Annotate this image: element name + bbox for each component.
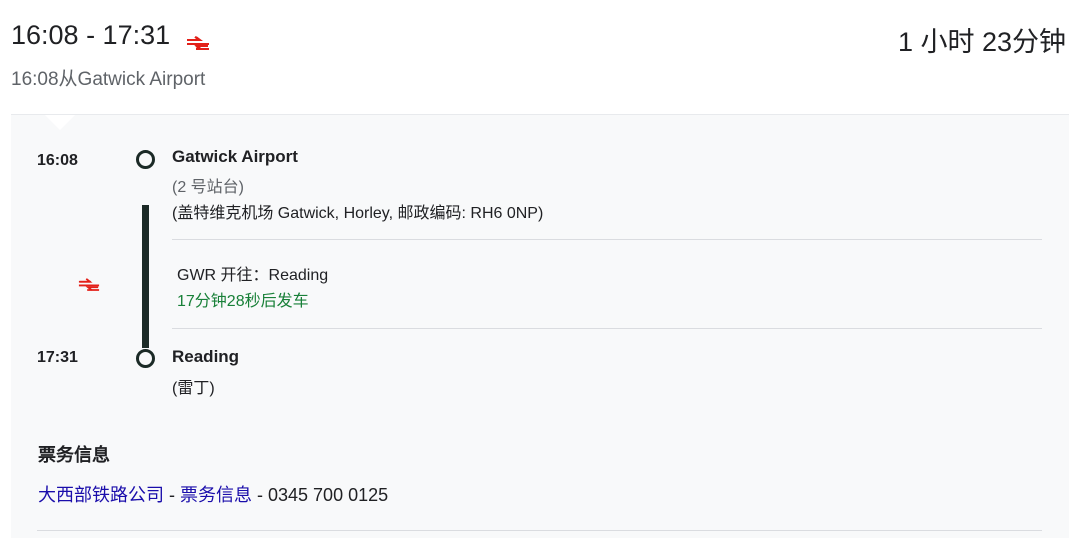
origin-station-name[interactable]: Gatwick Airport (172, 147, 298, 167)
time-range-text: 16:08 - 17:31 (11, 20, 171, 50)
destination-local-name: (雷丁) (172, 380, 215, 397)
departure-countdown: 17分钟28秒后发车 (177, 293, 309, 310)
ticket-info-line: 大西部铁路公司 - 票务信息 - 0345 700 0125 (38, 481, 388, 507)
rail-company-link[interactable]: 大西部铁路公司 (38, 485, 164, 505)
journey-details-panel (11, 115, 1069, 538)
route-line (142, 205, 149, 348)
origin-platform: (2 号站台) (172, 179, 245, 196)
origin-stop-circle-icon (136, 150, 155, 169)
panel-top-border (11, 114, 1069, 115)
separator: - (164, 485, 180, 505)
destination-stop-circle-icon (136, 349, 155, 368)
time-range: 16:08 - 17:31 (11, 20, 210, 51)
ticket-info-link[interactable]: 票务信息 (180, 485, 252, 505)
divider (172, 328, 1042, 329)
destination-time: 17:31 (37, 349, 78, 366)
service-operator: GWR 开往：Reading (177, 267, 329, 284)
trip-duration: 1 小时 23分钟 (897, 27, 1066, 57)
national-rail-icon (186, 26, 210, 50)
ticket-info-heading: 票务信息 (38, 445, 110, 465)
ticket-phone[interactable]: 0345 700 0125 (268, 485, 388, 505)
origin-address: (盖特维克机场 Gatwick, Horley, 邮政编码: RH6 0NP) (172, 205, 544, 222)
separator: - (252, 485, 268, 505)
national-rail-icon (78, 278, 100, 291)
departure-summary: 16:08从Gatwick Airport (11, 69, 206, 90)
origin-time: 16:08 (37, 152, 78, 169)
trip-header[interactable]: 16:08 - 17:31 1 小时 23分钟 16:08从Gatwick Ai… (0, 0, 1080, 115)
panel-notch (45, 115, 75, 130)
divider (37, 530, 1042, 531)
divider (172, 239, 1042, 240)
destination-station-name[interactable]: Reading (172, 347, 239, 367)
